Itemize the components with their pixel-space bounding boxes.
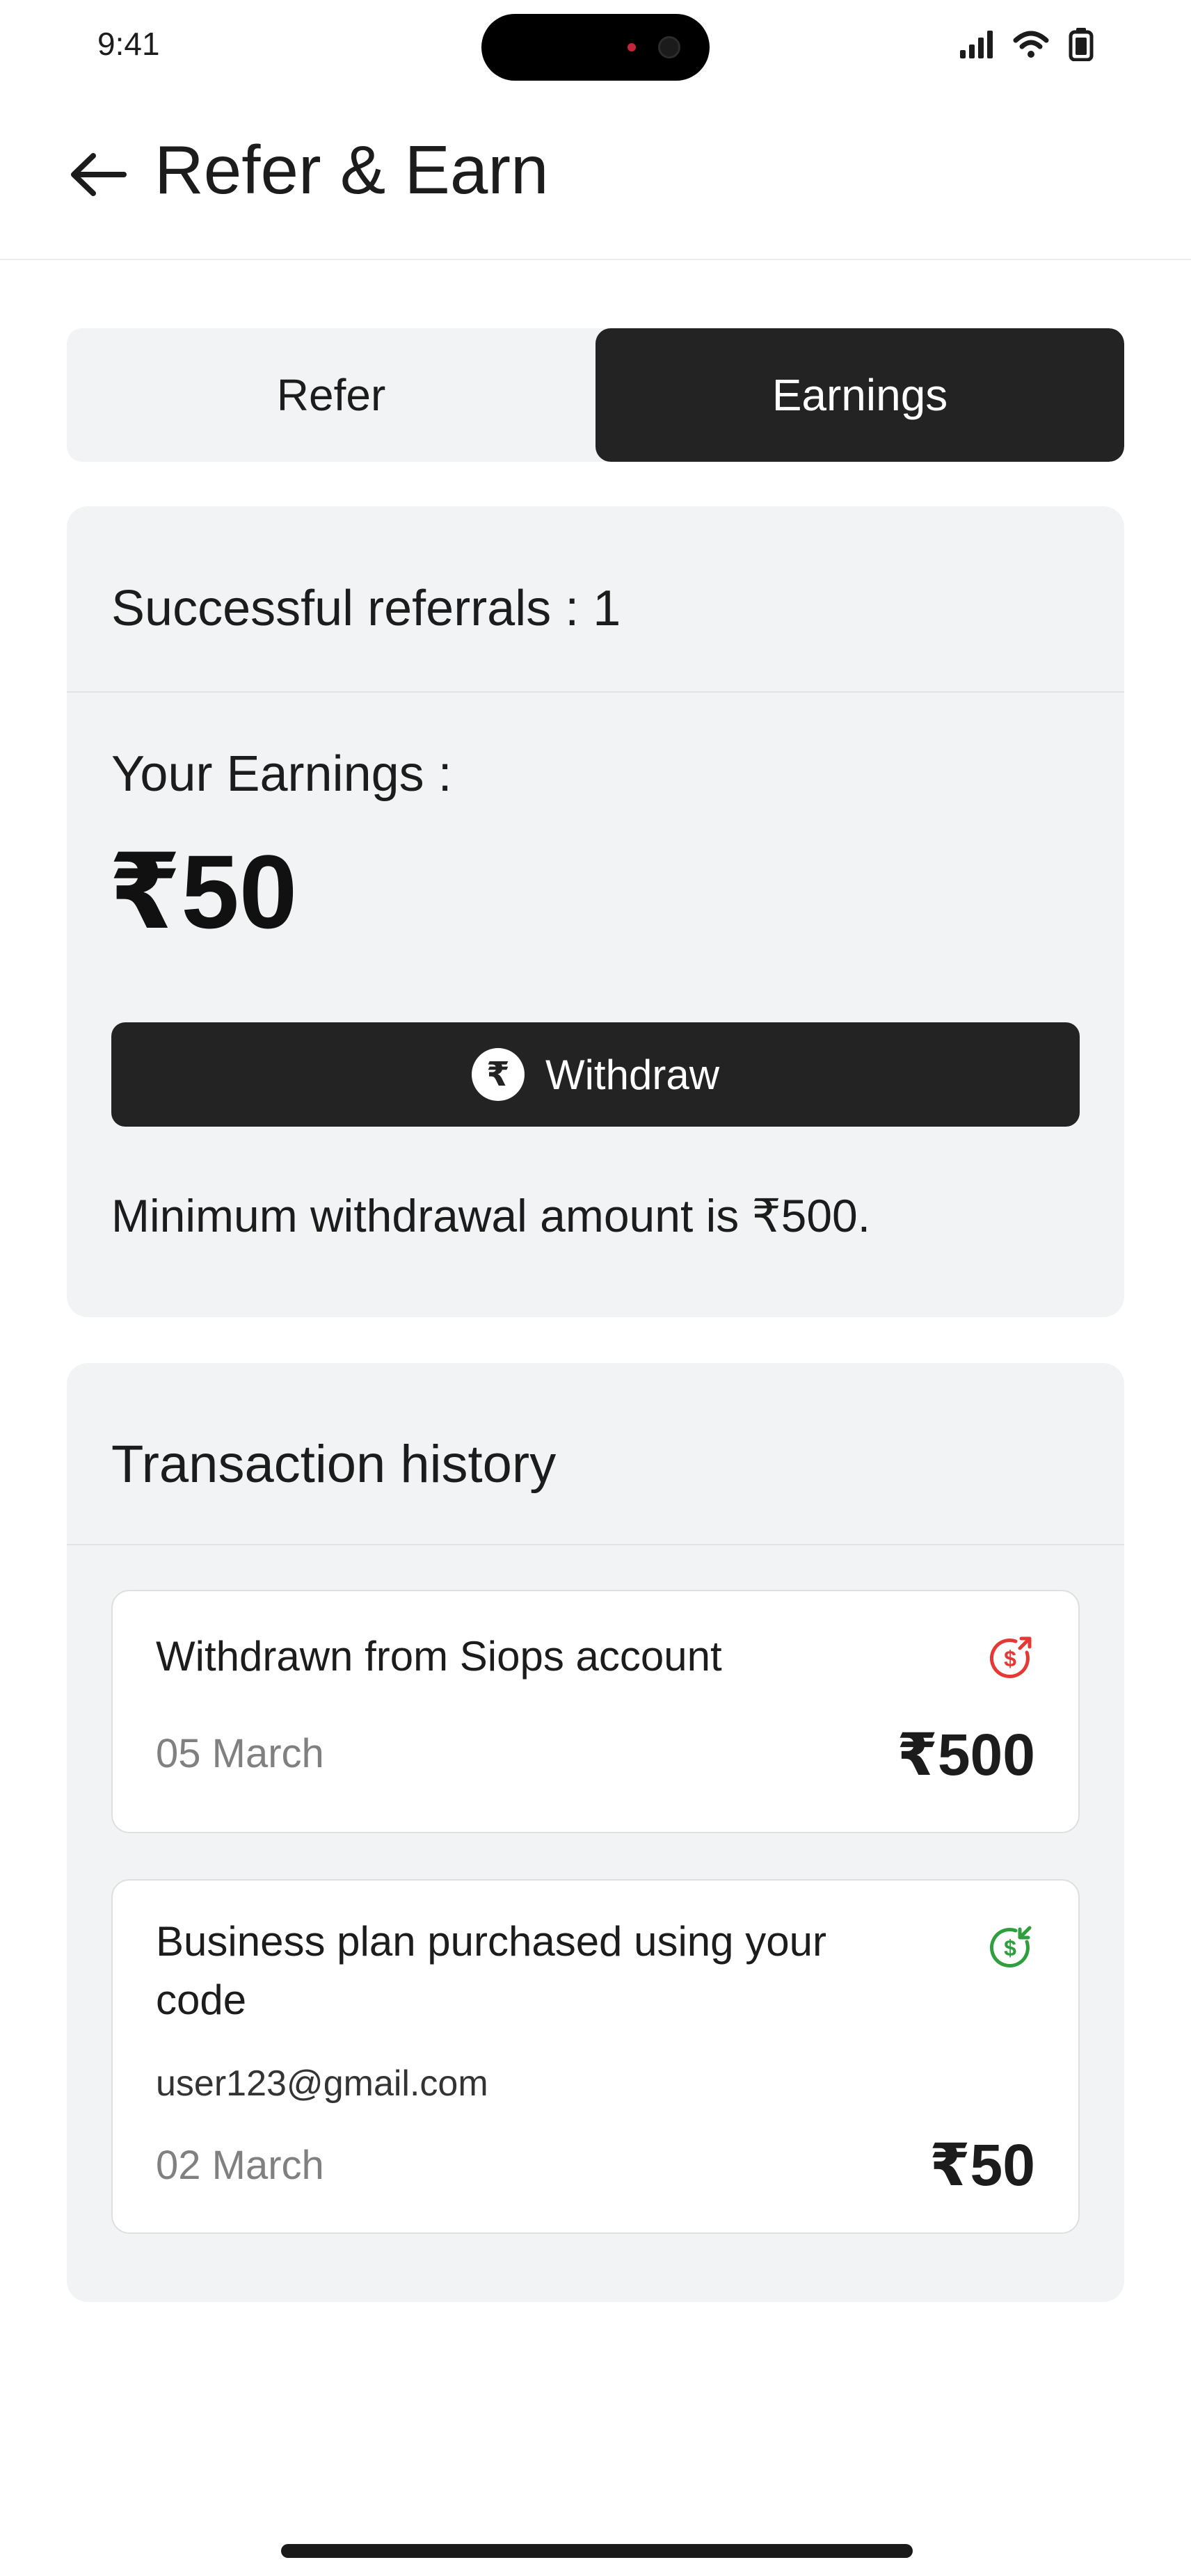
dynamic-island [481, 14, 710, 81]
withdraw-button[interactable]: ₹ Withdraw [111, 1022, 1080, 1127]
svg-text:$: $ [1004, 1935, 1016, 1961]
back-button[interactable] [67, 143, 129, 206]
tab-earnings[interactable]: Earnings [596, 328, 1124, 462]
earnings-label: Your Earnings : [111, 746, 452, 802]
minimum-withdrawal-note: Minimum withdrawal amount is ₹500. [111, 1190, 871, 1241]
transaction-history-card: Transaction history Withdrawn from Siops… [67, 1363, 1124, 2302]
rupee-coin-icon: ₹ [471, 1048, 525, 1101]
transaction-amount: ₹50 [929, 2132, 1035, 2198]
tab-refer[interactable]: Refer [67, 328, 596, 462]
transaction-item[interactable]: Business plan purchased using your code … [111, 1879, 1080, 2234]
camera-indicator-dot [628, 43, 636, 51]
withdraw-label: Withdraw [545, 1051, 720, 1098]
tab-bar: Refer Earnings [67, 328, 1124, 462]
earnings-card: Successful referrals : 1 Your Earnings :… [67, 506, 1124, 1317]
transaction-item[interactable]: Withdrawn from Siops account $ 05 March … [111, 1590, 1080, 1833]
wifi-icon [1013, 31, 1049, 58]
front-camera [658, 36, 680, 58]
transaction-title: Withdrawn from Siops account [156, 1633, 722, 1680]
status-icons [960, 28, 1094, 61]
status-bar: 9:41 [0, 0, 1191, 97]
money-out-icon: $ [989, 1636, 1032, 1679]
transaction-date: 05 March [156, 1731, 324, 1776]
app-header: Refer & Earn [0, 97, 1191, 260]
transaction-email: user123@gmail.com [156, 2063, 488, 2104]
cellular-signal-icon [960, 31, 993, 58]
transaction-amount: ₹500 [897, 1722, 1035, 1787]
arrow-left-icon [71, 153, 127, 196]
transaction-title: Business plan purchased using your code [156, 1918, 826, 2023]
divider [67, 691, 1124, 693]
divider [67, 1544, 1124, 1545]
page-title: Refer & Earn [154, 131, 549, 208]
transaction-history-title: Transaction history [111, 1435, 557, 1494]
svg-text:$: $ [1004, 1646, 1016, 1671]
status-time: 9:41 [97, 26, 160, 62]
home-indicator [281, 2544, 913, 2558]
earnings-amount: ₹50 [109, 833, 298, 950]
transaction-date: 02 March [156, 2143, 324, 2188]
battery-icon [1069, 28, 1094, 61]
money-in-icon: $ [989, 1926, 1032, 1968]
successful-referrals: Successful referrals : 1 [111, 581, 621, 636]
